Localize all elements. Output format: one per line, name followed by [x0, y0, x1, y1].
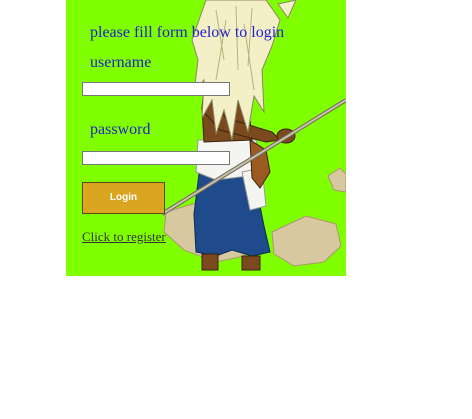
page: please fill form below to login username… — [0, 0, 472, 419]
register-link[interactable]: Click to register — [82, 229, 166, 245]
login-button[interactable]: Login — [82, 182, 165, 214]
username-input[interactable] — [82, 82, 230, 96]
login-instructions: please fill form below to login — [90, 24, 285, 41]
login-panel: please fill form below to login username… — [66, 0, 346, 276]
password-label: password — [90, 121, 151, 138]
password-input[interactable] — [82, 151, 230, 165]
username-label: username — [90, 54, 152, 71]
